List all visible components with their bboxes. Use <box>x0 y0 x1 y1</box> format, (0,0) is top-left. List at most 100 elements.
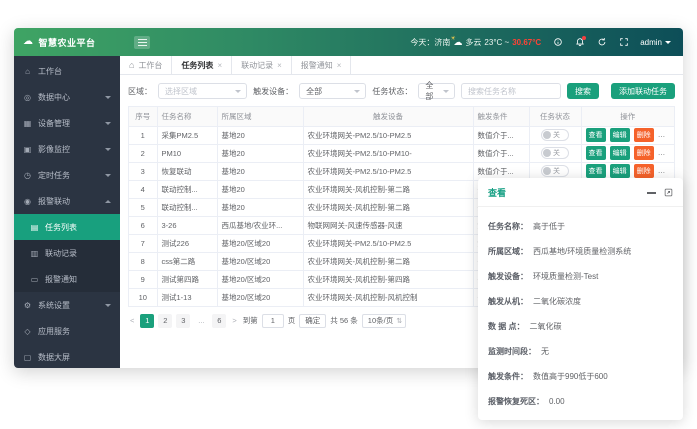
page-button-1[interactable]: 1 <box>140 314 154 328</box>
area-select[interactable]: 选择区域 <box>158 83 247 99</box>
cell-region: 基地20/区域20 <box>217 234 303 252</box>
cell-task-status: 关 <box>529 126 581 144</box>
trigger-device-select[interactable]: 全部 <box>299 83 366 99</box>
username-label: admin <box>640 38 662 47</box>
jump-page-input[interactable] <box>262 314 284 328</box>
weather-widget: 今天：济南 ☀☁ 多云 23°C ~ 30.67°C <box>410 37 541 48</box>
refresh-icon[interactable] <box>596 37 607 48</box>
edit-button[interactable]: 编辑 <box>610 164 630 178</box>
page-button-3[interactable]: 3 <box>176 314 190 328</box>
sidebar-item-system-settings[interactable]: ⚙ 系统设置 <box>14 292 120 318</box>
page-button-2[interactable]: 2 <box>158 314 172 328</box>
toggle-knob-icon <box>543 149 551 157</box>
system-settings-icon: ⚙ <box>23 301 32 310</box>
jump-suffix-label: 页 <box>288 315 296 326</box>
user-menu[interactable]: admin <box>640 38 671 47</box>
chevron-down-icon <box>665 41 671 44</box>
tab-alarm-notifications[interactable]: 报警通知 × <box>292 56 352 74</box>
dialog-field: 数 据 点： 二氧化碳 <box>488 314 673 339</box>
view-button[interactable]: 查看 <box>586 128 606 142</box>
cell-task-name: 联动控制... <box>157 180 217 198</box>
sidebar-item-label: 联动记录 <box>45 248 111 259</box>
info-icon[interactable] <box>552 37 563 48</box>
dialog-field-value: 数值高于990低于600 <box>533 364 608 389</box>
minimize-icon[interactable] <box>647 192 656 194</box>
sidebar-item-workbench[interactable]: ⌂ 工作台 <box>14 58 120 84</box>
cell-task-name: 采集PM2.5 <box>157 126 217 144</box>
linkage-records-icon: ▥ <box>30 249 39 258</box>
task-status-toggle[interactable]: 关 <box>541 147 569 159</box>
sidebar-item-data-dashboard[interactable]: ▢ 数据大屏 <box>14 344 120 368</box>
alarm-record-button[interactable]: 报警记录 <box>658 164 674 178</box>
task-status-select[interactable]: 全部 <box>418 83 455 99</box>
page-size-value: 10条/页 <box>368 315 393 326</box>
notification-badge <box>582 36 586 40</box>
cell-trigger-device: 农业环境网关-风机控制-第二路 <box>303 252 473 270</box>
sort-arrows-icon: ⇅ <box>396 317 402 325</box>
video-monitor-icon: ▣ <box>23 145 32 154</box>
sidebar-item-app-services[interactable]: ◇ 应用服务 <box>14 318 120 344</box>
fullscreen-icon[interactable] <box>618 37 629 48</box>
expand-icon[interactable] <box>664 188 673 197</box>
cell-task-name: css第二路 <box>157 252 217 270</box>
next-page-button[interactable]: > <box>230 316 238 325</box>
cell-region: 基地20 <box>217 144 303 162</box>
weather-condition-label: 多云 <box>465 37 481 48</box>
sidebar-item-alarm-notifications[interactable]: ▭ 报警通知 <box>14 266 120 292</box>
add-linkage-task-button[interactable]: 添加联动任务 <box>611 83 675 99</box>
view-button[interactable]: 查看 <box>586 164 606 178</box>
cell-task-name: 联动控制... <box>157 198 217 216</box>
search-input[interactable] <box>461 83 561 99</box>
edit-button[interactable]: 编辑 <box>610 128 630 142</box>
tab-workbench[interactable]: ⌂ 工作台 <box>120 56 172 74</box>
search-button[interactable]: 搜索 <box>567 83 599 99</box>
delete-button[interactable]: 删除 <box>634 164 654 178</box>
view-dialog: 查看 任务名称： 高于低于 所属区域： 西瓜基地/环境质量检测系统 触发设备： … <box>478 178 683 420</box>
sidebar-item-linkage-records[interactable]: ▥ 联动记录 <box>14 240 120 266</box>
cell-index: 1 <box>129 126 157 144</box>
dialog-field-value: 无 <box>541 339 549 364</box>
page-size-select[interactable]: 10条/页 ⇅ <box>362 314 406 328</box>
sidebar-item-device-management[interactable]: ▦ 设备管理 <box>14 110 120 136</box>
sidebar-item-alarm-linkage[interactable]: ◉ 报警联动 <box>14 188 120 214</box>
sidebar-item-timed-tasks[interactable]: ◷ 定时任务 <box>14 162 120 188</box>
sidebar-item-data-center[interactable]: ◎ 数据中心 <box>14 84 120 110</box>
more-pages-button[interactable]: ... <box>194 314 208 328</box>
cell-trigger-device: 农业环境网关-PM2.5/10-PM2.5 <box>303 126 473 144</box>
page-button-6[interactable]: 6 <box>212 314 226 328</box>
close-icon[interactable]: × <box>217 61 222 70</box>
close-icon[interactable]: × <box>337 61 342 70</box>
area-filter-label: 区域： <box>128 86 152 97</box>
edit-button[interactable]: 编辑 <box>610 146 630 160</box>
dialog-body: 任务名称： 高于低于 所属区域： 西瓜基地/环境质量检测系统 触发设备： 环境质… <box>478 207 683 421</box>
dialog-field-label: 监测时间段： <box>488 339 536 364</box>
cell-region: 基地20/区域20 <box>217 288 303 306</box>
confirm-jump-button[interactable]: 确定 <box>299 314 326 328</box>
toggle-off-label: 关 <box>553 130 560 140</box>
task-status-toggle[interactable]: 关 <box>541 129 569 141</box>
prev-page-button[interactable]: < <box>128 316 136 325</box>
sidebar-item-label: 影像监控 <box>38 144 99 155</box>
sidebar-item-task-list[interactable]: ▤ 任务列表 <box>14 214 120 240</box>
cell-task-name: 3-26 <box>157 216 217 234</box>
tab-linkage-records[interactable]: 联动记录 × <box>232 56 292 74</box>
notification-bell-icon[interactable] <box>574 37 585 48</box>
cell-region: 基地20 <box>217 198 303 216</box>
delete-button[interactable]: 删除 <box>634 146 654 160</box>
task-status-toggle[interactable]: 关 <box>541 165 569 177</box>
area-select-placeholder: 选择区域 <box>165 86 197 97</box>
cell-trigger-device: 农业环境网关-风机控制-第四路 <box>303 270 473 288</box>
sidebar-collapse-button[interactable] <box>134 36 150 49</box>
close-icon[interactable]: × <box>277 61 282 70</box>
delete-button[interactable]: 删除 <box>634 128 654 142</box>
dialog-field-label: 触发设备： <box>488 264 528 289</box>
dialog-field-value: 西瓜基地/环境质量检测系统 <box>533 239 631 264</box>
alarm-record-button[interactable]: 报警记录 <box>658 128 674 142</box>
cell-trigger-device: 农业环境网关-风机控制-第二路 <box>303 198 473 216</box>
sidebar-item-video-monitor[interactable]: ▣ 影像监控 <box>14 136 120 162</box>
tab-task-list[interactable]: 任务列表 × <box>172 56 232 74</box>
alarm-record-button[interactable]: 报警记录 <box>658 146 674 160</box>
header-task-status: 任务状态 <box>529 107 581 126</box>
sidebar-item-label: 应用服务 <box>38 326 111 337</box>
view-button[interactable]: 查看 <box>586 146 606 160</box>
